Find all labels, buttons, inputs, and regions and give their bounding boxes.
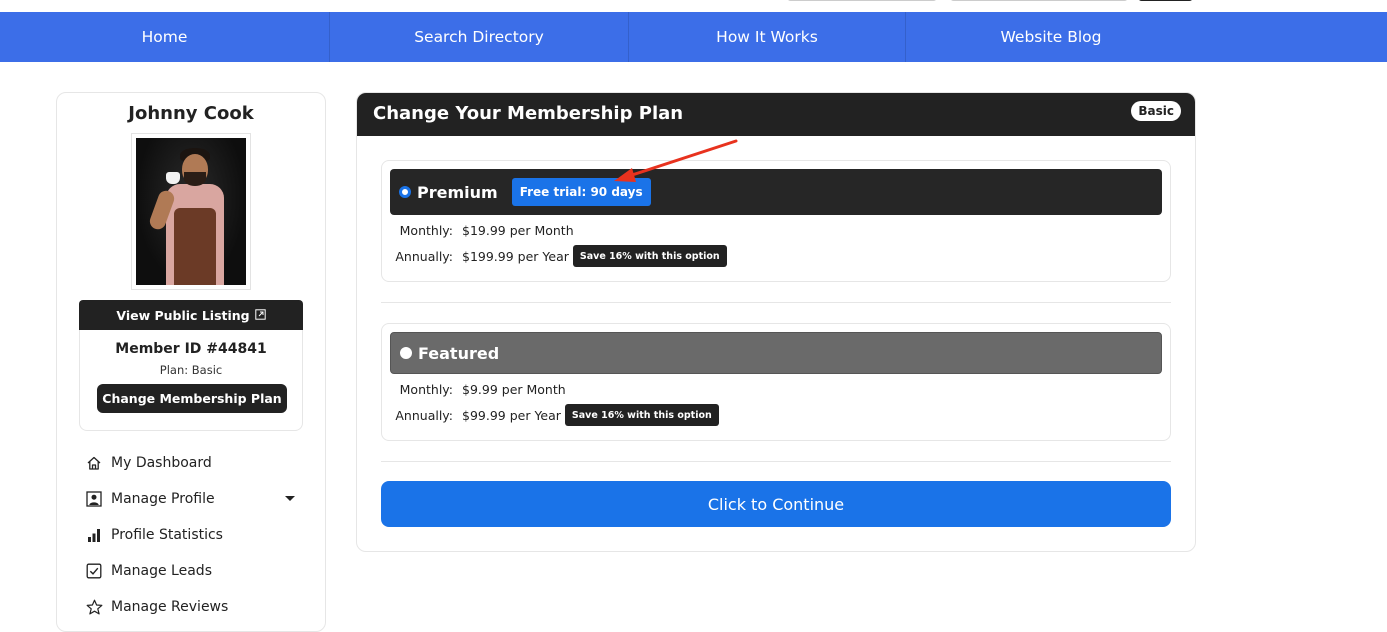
price-value: $19.99 per Month xyxy=(462,223,574,238)
membership-plan-panel: Change Your Membership Plan Basic Premiu… xyxy=(356,92,1196,552)
external-link-icon xyxy=(254,308,266,323)
plan-option-featured[interactable]: Featured xyxy=(390,332,1162,374)
sidebar-item-label: Manage Leads xyxy=(111,563,212,579)
price-label: Annually: xyxy=(395,248,453,264)
radio-premium[interactable] xyxy=(399,186,411,198)
price-value: $9.99 per Month xyxy=(462,382,566,397)
home-icon xyxy=(85,454,103,472)
top-strip xyxy=(0,0,1387,12)
nav-how-it-works[interactable]: How It Works xyxy=(629,12,906,62)
header-input-edge[interactable] xyxy=(787,0,937,1)
member-name: Johnny Cook xyxy=(128,103,254,124)
sidebar-item-label: Manage Reviews xyxy=(111,599,229,615)
radio-featured[interactable] xyxy=(400,347,412,359)
change-membership-plan-button[interactable]: Change Membership Plan xyxy=(97,384,287,413)
continue-button[interactable]: Click to Continue xyxy=(381,481,1171,527)
price-value: $99.99 per Year xyxy=(462,407,561,423)
sidebar-item-profile-statistics[interactable]: Profile Statistics xyxy=(85,517,305,553)
chevron-down-icon[interactable] xyxy=(285,496,295,501)
plan-card-featured: Featured Monthly: $9.99 per Month Annual… xyxy=(381,323,1171,441)
plan-name: Featured xyxy=(418,343,500,363)
annual-price-row: Annually: $199.99 per Year Save 16% with… xyxy=(382,245,727,267)
star-icon xyxy=(85,598,103,616)
panel-header: Change Your Membership Plan Basic xyxy=(357,93,1195,136)
sidebar-item-label: Manage Profile xyxy=(111,491,215,507)
sidebar-item-label: My Dashboard xyxy=(111,455,212,471)
user-icon xyxy=(85,490,103,508)
header-button-edge[interactable] xyxy=(1138,0,1193,1)
nav-website-blog[interactable]: Website Blog xyxy=(906,12,1196,62)
member-id: Member ID #44841 xyxy=(115,341,267,357)
sidebar-item-manage-reviews[interactable]: Manage Reviews xyxy=(85,589,305,625)
plan-name: Premium xyxy=(417,182,498,202)
sidebar-menu: My Dashboard Manage Profile Profile Stat… xyxy=(85,445,305,625)
save-badge: Save 16% with this option xyxy=(564,404,719,426)
current-plan-badge: Basic xyxy=(1131,101,1181,121)
view-public-listing-label: View Public Listing xyxy=(116,307,250,323)
header-input-edge[interactable] xyxy=(950,0,1128,1)
price-label: Annually: xyxy=(395,407,453,423)
bar-chart-icon xyxy=(85,526,103,544)
divider xyxy=(381,302,1171,303)
main-nav: Home Search Directory How It Works Websi… xyxy=(0,12,1387,62)
current-plan: Plan: Basic xyxy=(159,363,223,377)
view-public-listing-button[interactable]: View Public Listing xyxy=(79,300,303,330)
price-label: Monthly: xyxy=(399,382,453,397)
divider xyxy=(381,461,1171,462)
nav-home[interactable]: Home xyxy=(0,12,330,62)
member-info-box: Member ID #44841 Plan: Basic Change Memb… xyxy=(79,330,303,431)
free-trial-badge: Free trial: 90 days xyxy=(511,178,651,206)
sidebar-item-label: Profile Statistics xyxy=(111,527,223,543)
sidebar-item-manage-profile[interactable]: Manage Profile xyxy=(85,481,305,517)
checkbox-icon xyxy=(85,562,103,580)
plan-option-premium[interactable]: Premium Free trial: 90 days xyxy=(390,169,1162,215)
member-photo xyxy=(131,133,251,290)
page-title: Change Your Membership Plan xyxy=(373,103,684,124)
save-badge: Save 16% with this option xyxy=(572,245,727,267)
sidebar-item-my-dashboard[interactable]: My Dashboard xyxy=(85,445,305,481)
price-label: Monthly: xyxy=(399,223,453,238)
annual-price-row: Annually: $99.99 per Year Save 16% with … xyxy=(382,404,719,426)
price-value: $199.99 per Year xyxy=(462,248,569,264)
monthly-price-row: Monthly: $19.99 per Month xyxy=(382,223,574,238)
nav-search-directory[interactable]: Search Directory xyxy=(330,12,629,62)
plan-card-premium: Premium Free trial: 90 days Monthly: $19… xyxy=(381,160,1171,282)
monthly-price-row: Monthly: $9.99 per Month xyxy=(382,382,566,397)
member-sidebar: Johnny Cook View Public Listing Member I… xyxy=(56,92,326,632)
sidebar-item-manage-leads[interactable]: Manage Leads xyxy=(85,553,305,589)
